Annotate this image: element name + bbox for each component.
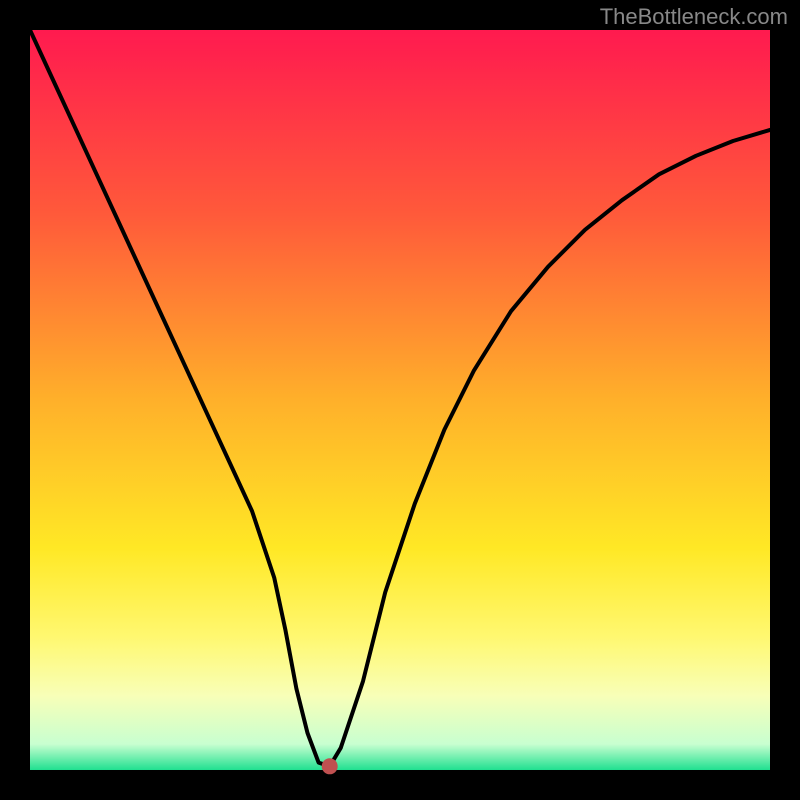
plot-background	[30, 30, 770, 770]
watermark-text: TheBottleneck.com	[600, 4, 788, 30]
bottleneck-chart	[0, 0, 800, 800]
optimal-point-marker	[322, 758, 338, 774]
chart-container: TheBottleneck.com	[0, 0, 800, 800]
